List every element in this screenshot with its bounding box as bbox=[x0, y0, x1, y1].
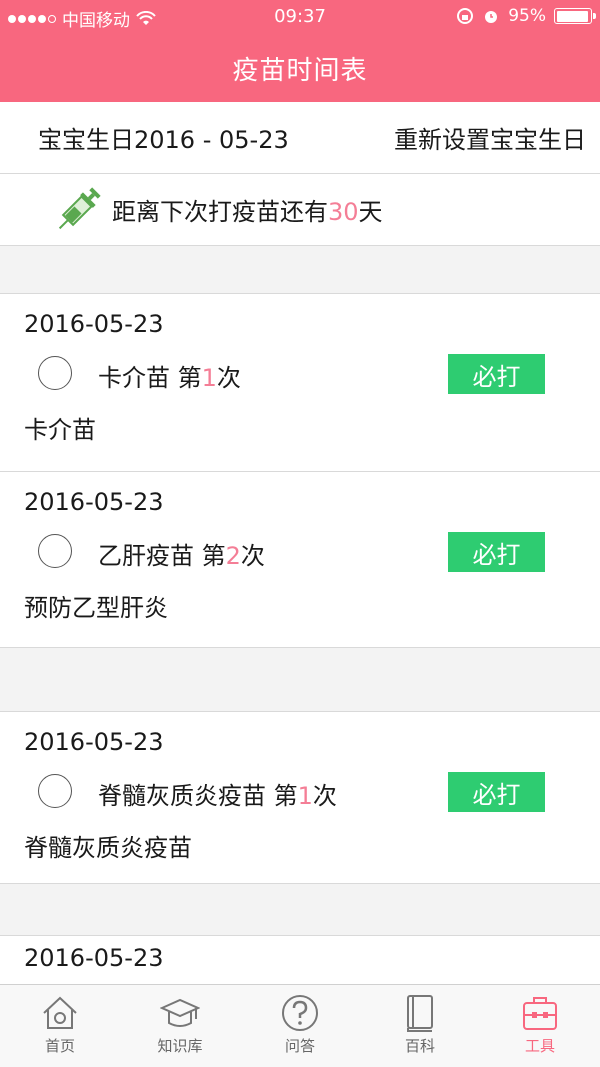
must-badge: 必打 bbox=[448, 354, 545, 394]
vaccine-name: 乙肝疫苗 第2次 bbox=[98, 536, 265, 571]
tab-encyclopedia[interactable]: 百科 bbox=[360, 985, 480, 1067]
graduation-cap-icon bbox=[160, 998, 200, 1027]
vaccine-dose: 2 bbox=[225, 542, 241, 570]
birthday-bar: 宝宝生日2016 - 05-23 重新设置宝宝生日 bbox=[0, 102, 600, 174]
vaccine-dose-suffix: 次 bbox=[216, 364, 241, 392]
tab-label: 首页 bbox=[44, 1037, 75, 1055]
must-badge: 必打 bbox=[448, 532, 545, 572]
vaccine-dose: 1 bbox=[297, 782, 313, 810]
toolbox-icon bbox=[523, 997, 557, 1030]
vaccine-card: 2016-05-23 卡介苗 第1次 必打 卡介苗 bbox=[0, 294, 600, 472]
countdown-suffix: 天 bbox=[358, 198, 383, 226]
section-divider bbox=[0, 246, 600, 294]
vaccine-description: 预防乙型肝炎 bbox=[24, 594, 168, 622]
vaccine-card: 2016-05-23 脊髓灰质炎疫苗 第1次 必打 脊髓灰质炎疫苗 bbox=[0, 712, 600, 884]
section-divider bbox=[0, 884, 600, 936]
vaccine-dose: 1 bbox=[201, 364, 217, 392]
vaccine-done-radio[interactable] bbox=[38, 534, 72, 568]
vaccine-dose-suffix: 次 bbox=[240, 542, 265, 570]
tab-home[interactable]: 首页 bbox=[0, 985, 120, 1067]
battery-icon bbox=[554, 8, 596, 24]
countdown-days: 30 bbox=[328, 198, 359, 226]
app-header: 中国移动 09:37 95% 疫苗时间表 bbox=[0, 0, 600, 102]
tab-label: 问答 bbox=[284, 1037, 315, 1055]
vaccine-description: 脊髓灰质炎疫苗 bbox=[24, 834, 192, 862]
baby-birthday: 宝宝生日2016 - 05-23 bbox=[38, 126, 289, 154]
tab-knowledge[interactable]: 知识库 bbox=[120, 985, 240, 1067]
reset-birthday-button[interactable]: 重新设置宝宝生日 bbox=[394, 120, 586, 155]
vaccine-name-text: 乙肝疫苗 第 bbox=[98, 542, 226, 570]
vaccine-name-text: 脊髓灰质炎疫苗 第 bbox=[98, 782, 298, 810]
status-bar: 中国移动 09:37 95% bbox=[0, 0, 600, 34]
tab-label: 百科 bbox=[404, 1037, 435, 1055]
alarm-icon bbox=[485, 11, 498, 23]
vaccine-name-text: 卡介苗 第 bbox=[98, 364, 202, 392]
rotation-lock-icon bbox=[457, 8, 474, 24]
countdown-text: 距离下次打疫苗还有30天 bbox=[112, 192, 383, 227]
countdown-prefix: 距离下次打疫苗还有 bbox=[112, 198, 328, 226]
vaccine-name: 脊髓灰质炎疫苗 第1次 bbox=[98, 776, 337, 811]
tab-label: 工具 bbox=[524, 1037, 555, 1055]
next-vaccine-countdown: 距离下次打疫苗还有30天 bbox=[0, 174, 600, 246]
page-title: 疫苗时间表 bbox=[232, 56, 368, 86]
vaccine-dose-suffix: 次 bbox=[312, 782, 337, 810]
home-icon bbox=[43, 996, 77, 1029]
vaccine-date: 2016-05-23 bbox=[24, 944, 164, 972]
vaccine-name: 卡介苗 第1次 bbox=[98, 358, 241, 393]
vaccine-date: 2016-05-23 bbox=[24, 310, 164, 338]
battery-percent: 95% bbox=[508, 6, 546, 26]
vaccine-card: 2016-05-23 乙肝疫苗 第2次 必打 预防乙型肝炎 bbox=[0, 472, 600, 648]
vaccine-done-radio[interactable] bbox=[38, 356, 72, 390]
book-icon bbox=[407, 995, 433, 1032]
vaccine-description: 卡介苗 bbox=[24, 416, 96, 444]
bottom-tab-bar: 首页 知识库 问答 百科 工具 bbox=[0, 984, 600, 1067]
question-icon bbox=[282, 995, 318, 1031]
tab-qa[interactable]: 问答 bbox=[240, 985, 360, 1067]
section-divider bbox=[0, 648, 600, 712]
syringe-icon bbox=[58, 187, 101, 230]
vaccine-date: 2016-05-23 bbox=[24, 728, 164, 756]
must-badge: 必打 bbox=[448, 772, 545, 812]
vaccine-date: 2016-05-23 bbox=[24, 488, 164, 516]
tab-tools[interactable]: 工具 bbox=[480, 985, 600, 1067]
tab-label: 知识库 bbox=[157, 1037, 203, 1055]
vaccine-done-radio[interactable] bbox=[38, 774, 72, 808]
